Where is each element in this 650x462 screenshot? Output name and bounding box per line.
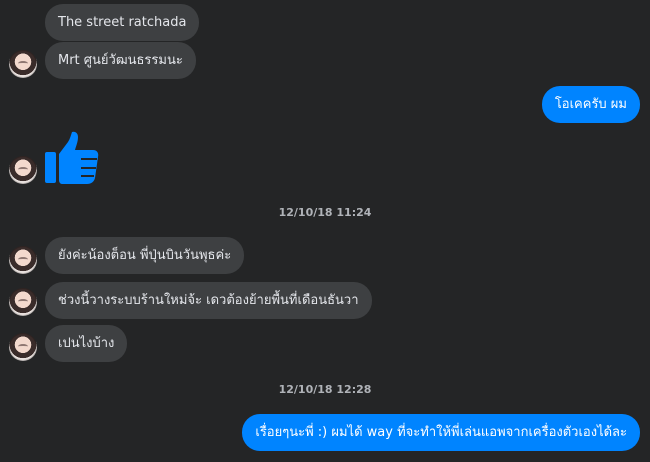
contact-avatar[interactable] (9, 333, 37, 361)
message-bubble-incoming[interactable]: Mrt ศูนย์วัฒนธรรมนะ (45, 42, 196, 79)
message-bubble-outgoing[interactable]: เรื่อยๆนะพี่ :) ผมได้ way ที่จะทำให้พี่เ… (242, 414, 640, 451)
message-bubble-incoming[interactable]: The street ratchada (45, 4, 200, 41)
contact-avatar[interactable] (9, 50, 37, 78)
contact-avatar[interactable] (9, 246, 37, 274)
thumbs-up-icon[interactable] (44, 130, 100, 186)
timestamp-divider: 12/10/18 12:28 (278, 383, 372, 396)
message-bubble-incoming[interactable]: ยังค่ะน้องต็อน พี่ปุ่นบินวันพุธค่ะ (45, 237, 245, 274)
message-bubble-incoming[interactable]: เปนไงบ้าง (45, 325, 128, 362)
timestamp-divider: 12/10/18 11:24 (278, 206, 372, 219)
contact-avatar[interactable] (9, 288, 37, 316)
message-bubble-incoming[interactable]: ช่วงนี้วางระบบร้านใหม่จ้ะ เดวต้องย้ายพื้… (45, 282, 372, 319)
contact-avatar[interactable] (9, 156, 37, 184)
message-bubble-outgoing[interactable]: โอเคครับ ผม (541, 86, 640, 123)
message-thread: The street ratchada Mrt ศูนย์วัฒนธรรมนะ … (0, 0, 650, 462)
